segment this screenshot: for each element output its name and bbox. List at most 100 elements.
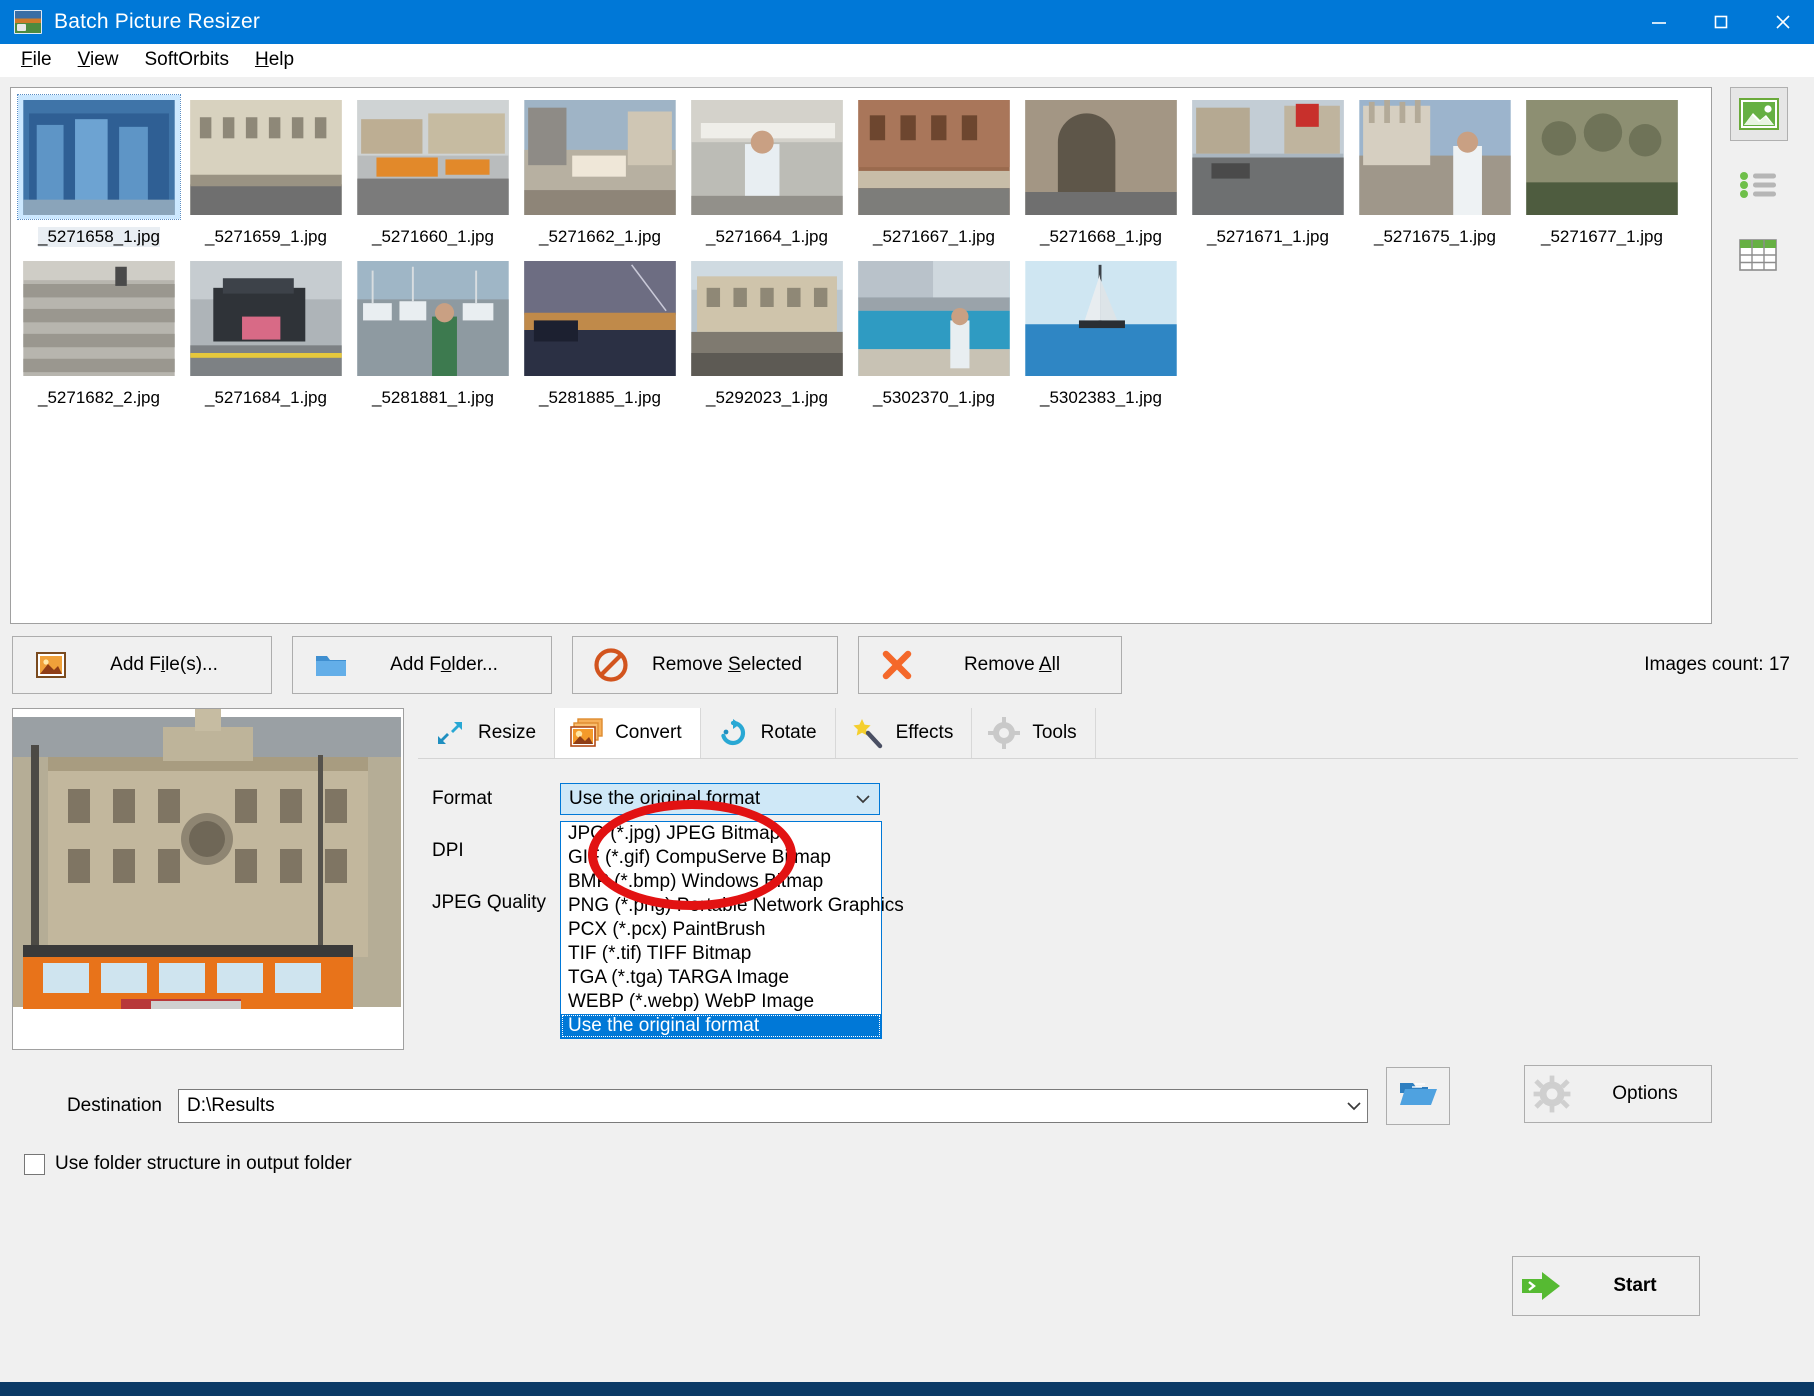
thumbnail-area: _5271658_1.jpg _5271659_1.jpg _5271660_1.j… [0, 77, 1814, 624]
application-window: Batch Picture Resizer File View SoftOrbi… [0, 0, 1814, 1396]
green-arrow-icon [1513, 1269, 1571, 1303]
menu-view[interactable]: View [65, 45, 132, 75]
thumbnail-filename: _5271671_1.jpg [1207, 227, 1329, 247]
use-folder-structure-checkbox[interactable] [24, 1154, 45, 1175]
chevron-down-icon[interactable] [1341, 1101, 1367, 1111]
tab-rotate[interactable]: Rotate [701, 708, 836, 758]
tab-tools[interactable]: Tools [972, 708, 1095, 758]
format-option[interactable]: PCX (*.pcx) PaintBrush [561, 918, 881, 942]
format-combobox[interactable]: Use the original format [560, 783, 880, 815]
thumbnail-item[interactable]: _5302370_1.jpg [853, 256, 1015, 408]
minimize-icon[interactable] [1628, 0, 1690, 44]
picture-icon [29, 652, 73, 678]
destination-label: Destination [12, 1095, 178, 1117]
thumbnail-filename: _5271662_1.jpg [539, 227, 661, 247]
rotate-icon [713, 718, 753, 748]
image-preview[interactable] [12, 708, 404, 1050]
tab-effects-label: Effects [896, 722, 954, 744]
thumbnail-filename: _5281885_1.jpg [539, 388, 661, 408]
magic-wand-icon [848, 717, 888, 749]
window-title: Batch Picture Resizer [54, 10, 260, 34]
thumbnail-item[interactable]: _5271668_1.jpg [1020, 95, 1182, 247]
thumbnail-filename: _5302383_1.jpg [1040, 388, 1162, 408]
format-label: Format [418, 788, 560, 810]
format-option[interactable]: BMP (*.bmp) Windows Bitmap [561, 870, 881, 894]
thumbnail-item[interactable]: _5271675_1.jpg [1354, 95, 1516, 247]
remove-selected-button[interactable]: Remove Selected [572, 636, 838, 694]
settings-tabs: Resize Convert [418, 708, 1798, 1061]
thumbnail-view-button[interactable] [1730, 87, 1788, 141]
format-option[interactable]: TIF (*.tif) TIFF Bitmap [561, 942, 881, 966]
table-icon [1738, 238, 1778, 272]
thumbnail-image [1354, 95, 1516, 219]
thumbnail-item[interactable]: _5271660_1.jpg [352, 95, 514, 247]
format-value: Use the original format [569, 788, 853, 810]
thumbnail-filename: _5292023_1.jpg [706, 388, 828, 408]
thumbnail-item[interactable]: _5271658_1.jpg [18, 95, 180, 247]
open-folder-icon [1398, 1077, 1438, 1115]
thumbnail-item[interactable]: _5271664_1.jpg [686, 95, 848, 247]
thumbnail-filename: _5271660_1.jpg [372, 227, 494, 247]
thumbnail-image [352, 95, 514, 219]
thumbnail-image [1521, 95, 1683, 219]
thumbnail-filename: _5271668_1.jpg [1040, 227, 1162, 247]
start-button[interactable]: Start [1512, 1256, 1700, 1316]
format-option[interactable]: WEBP (*.webp) WebP Image [561, 990, 881, 1014]
destination-input[interactable]: D:\Results [178, 1089, 1368, 1123]
thumbnail-item[interactable]: _5271662_1.jpg [519, 95, 681, 247]
thumbnail-item[interactable]: _5271659_1.jpg [185, 95, 347, 247]
use-folder-structure-row[interactable]: Use folder structure in output folder [24, 1153, 1814, 1175]
format-row: Format Use the original format [418, 773, 1798, 825]
thumbnail-item[interactable]: _5281885_1.jpg [519, 256, 681, 408]
thumbnail-image [686, 95, 848, 219]
options-button[interactable]: Options [1524, 1065, 1712, 1123]
thumbnail-filename: _5271664_1.jpg [706, 227, 828, 247]
thumbnail-item[interactable]: _5281881_1.jpg [352, 256, 514, 408]
thumbnail-item[interactable]: _5271667_1.jpg [853, 95, 1015, 247]
format-option[interactable]: PNG (*.png) Portable Network Graphics [561, 894, 881, 918]
status-bar [0, 1382, 1814, 1396]
window-controls [1628, 0, 1814, 44]
tab-rotate-label: Rotate [761, 722, 817, 744]
thumbnail-image [686, 256, 848, 380]
thumbnail-item[interactable]: _5271684_1.jpg [185, 256, 347, 408]
thumbnail-image [18, 256, 180, 380]
thumbnail-item[interactable]: _5292023_1.jpg [686, 256, 848, 408]
maximize-icon[interactable] [1690, 0, 1752, 44]
thumbnail-filename: _5281881_1.jpg [372, 388, 494, 408]
tab-effects[interactable]: Effects [836, 708, 973, 758]
thumbnail-item[interactable]: _5271671_1.jpg [1187, 95, 1349, 247]
format-option[interactable]: JPG (*.jpg) JPEG Bitmap [561, 822, 881, 846]
tab-strip: Resize Convert [418, 708, 1798, 759]
thumbnail-item[interactable]: _5271677_1.jpg [1521, 95, 1683, 247]
tab-tools-label: Tools [1032, 722, 1076, 744]
browse-folder-button[interactable] [1386, 1067, 1450, 1125]
add-folder-button[interactable]: Add Folder... [292, 636, 552, 694]
format-dropdown-list[interactable]: JPG (*.jpg) JPEG BitmapGIF (*.gif) Compu… [560, 821, 882, 1039]
thumbnail-item[interactable]: _5271682_2.jpg [18, 256, 180, 408]
remove-all-button[interactable]: Remove All [858, 636, 1122, 694]
list-view-button[interactable] [1730, 159, 1786, 211]
app-icon [14, 10, 42, 34]
format-option[interactable]: GIF (*.gif) CompuServe Bitmap [561, 846, 881, 870]
file-actions-row: Add File(s)... Add Folder... Remove Sele… [12, 636, 1802, 694]
thumbnail-filename: _5271659_1.jpg [205, 227, 327, 247]
use-folder-structure-label: Use folder structure in output folder [55, 1153, 352, 1175]
image-icon [1739, 98, 1779, 130]
thumbnail-grid: _5271658_1.jpg _5271659_1.jpg _5271660_1.j… [11, 88, 1711, 414]
thumbnail-item[interactable]: _5302383_1.jpg [1020, 256, 1182, 408]
tab-resize[interactable]: Resize [418, 708, 555, 758]
chevron-down-icon [853, 794, 873, 804]
tab-convert[interactable]: Convert [555, 708, 701, 758]
menu-help[interactable]: Help [242, 45, 307, 75]
menu-file[interactable]: File [8, 45, 65, 75]
format-option[interactable]: TGA (*.tga) TARGA Image [561, 966, 881, 990]
add-files-button[interactable]: Add File(s)... [12, 636, 272, 694]
format-option[interactable]: Use the original format [561, 1014, 881, 1038]
gear-icon [1525, 1075, 1579, 1113]
menu-bar: File View SoftOrbits Help [0, 44, 1814, 77]
menu-softorbits[interactable]: SoftOrbits [131, 45, 241, 75]
image-list-panel[interactable]: _5271658_1.jpg _5271659_1.jpg _5271660_1.j… [10, 87, 1712, 624]
close-icon[interactable] [1752, 0, 1814, 44]
details-view-button[interactable] [1730, 229, 1786, 281]
